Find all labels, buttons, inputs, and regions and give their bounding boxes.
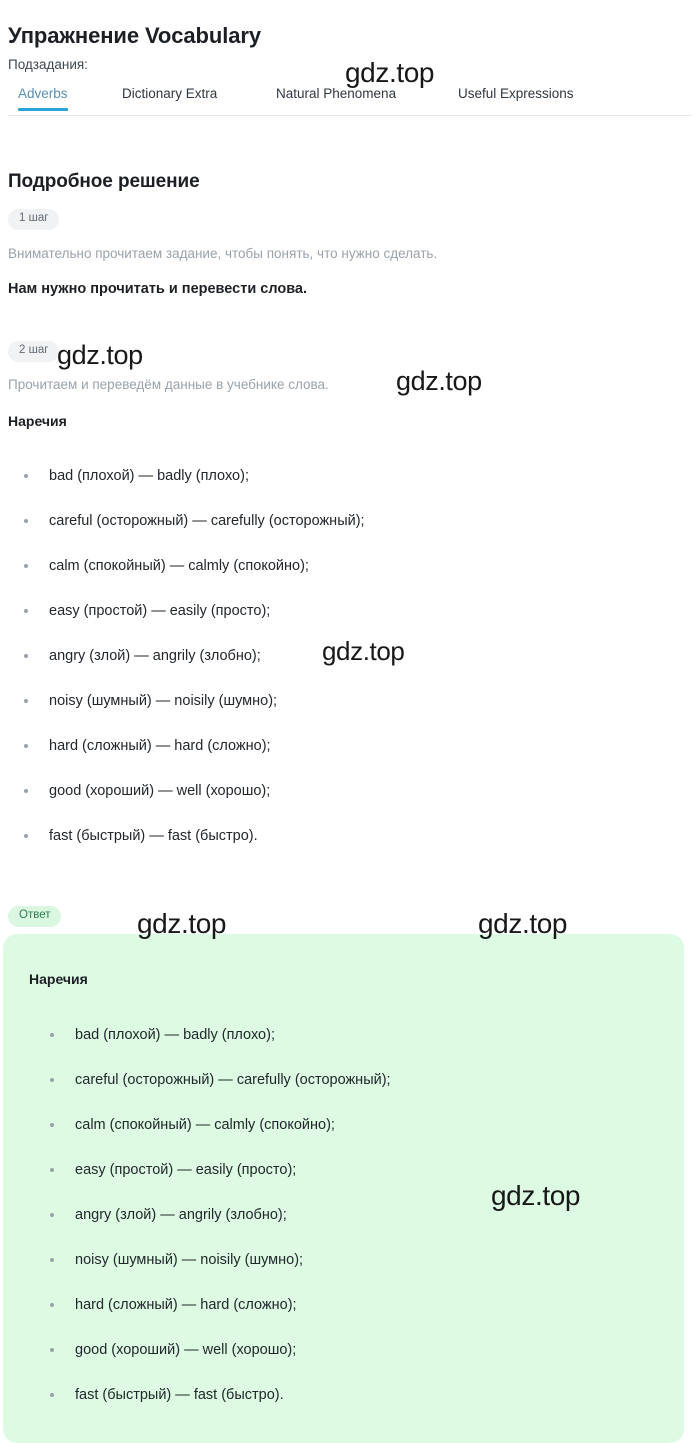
answer-badge: Ответ bbox=[8, 906, 62, 927]
list-item: angry (злой) — angrily (злобно); bbox=[26, 1202, 666, 1247]
list-item: fast (быстрый) — fast (быстро). bbox=[0, 823, 690, 868]
list-item: easy (простой) — easily (просто); bbox=[0, 598, 690, 643]
answer-subtitle: Наречия bbox=[29, 971, 88, 987]
step-1-conclusion: Нам нужно прочитать и перевести слова. bbox=[8, 281, 308, 297]
list-item: careful (осторожный) — carefully (осторо… bbox=[26, 1067, 666, 1112]
list-item: easy (простой) — easily (просто); bbox=[26, 1157, 666, 1202]
list-item: good (хороший) — well (хорошо); bbox=[0, 778, 690, 823]
list-item: hard (сложный) — hard (сложно); bbox=[0, 733, 690, 778]
list-item: noisy (шумный) — noisily (шумно); bbox=[26, 1247, 666, 1292]
watermark: gdz.top bbox=[345, 57, 435, 88]
step-2-text: Прочитаем и переведём данные в учебнике … bbox=[8, 377, 329, 392]
solution-heading: Подробное решение bbox=[8, 170, 200, 192]
tab-adverbs[interactable]: Adverbs bbox=[18, 86, 68, 111]
watermark: gdz.top bbox=[396, 366, 482, 396]
watermark: gdz.top bbox=[57, 340, 143, 370]
tab-dictionary-extra[interactable]: Dictionary Extra bbox=[122, 86, 217, 110]
step-1-text: Внимательно прочитаем задание, чтобы пон… bbox=[8, 246, 438, 261]
tab-useful-expressions[interactable]: Useful Expressions bbox=[458, 86, 574, 110]
list-item: angry (злой) — angrily (злобно); bbox=[0, 643, 690, 688]
step-badge-1: 1 шаг bbox=[8, 209, 60, 230]
list-item: calm (спокойный) — calmly (спокойно); bbox=[0, 553, 690, 598]
answer-word-list: bad (плохой) — badly (плохо); careful (о… bbox=[26, 1022, 666, 1427]
adverbs-subtitle: Наречия bbox=[8, 413, 67, 429]
tabs-divider bbox=[8, 115, 692, 116]
list-item: bad (плохой) — badly (плохо); bbox=[26, 1022, 666, 1067]
list-item: noisy (шумный) — noisily (шумно); bbox=[0, 688, 690, 733]
list-item: bad (плохой) — badly (плохо); bbox=[0, 463, 690, 508]
list-item: calm (спокойный) — calmly (спокойно); bbox=[26, 1112, 666, 1157]
list-item: careful (осторожный) — carefully (осторо… bbox=[0, 508, 690, 553]
list-item: good (хороший) — well (хорошо); bbox=[26, 1337, 666, 1382]
exercise-page: Упражнение Vocabulary Подзадания: Adverb… bbox=[0, 0, 700, 1443]
tab-natural-phenomena[interactable]: Natural Phenomena bbox=[276, 86, 396, 110]
page-title: Упражнение Vocabulary bbox=[8, 22, 261, 48]
subtask-tabs: Adverbs Dictionary Extra Natural Phenome… bbox=[0, 86, 700, 120]
list-item: hard (сложный) — hard (сложно); bbox=[26, 1292, 666, 1337]
solution-word-list: bad (плохой) — badly (плохо); careful (о… bbox=[0, 463, 690, 868]
subtasks-label: Подзадания: bbox=[8, 57, 88, 72]
step-badge-2: 2 шаг bbox=[8, 341, 60, 362]
list-item: fast (быстрый) — fast (быстро). bbox=[26, 1382, 666, 1427]
